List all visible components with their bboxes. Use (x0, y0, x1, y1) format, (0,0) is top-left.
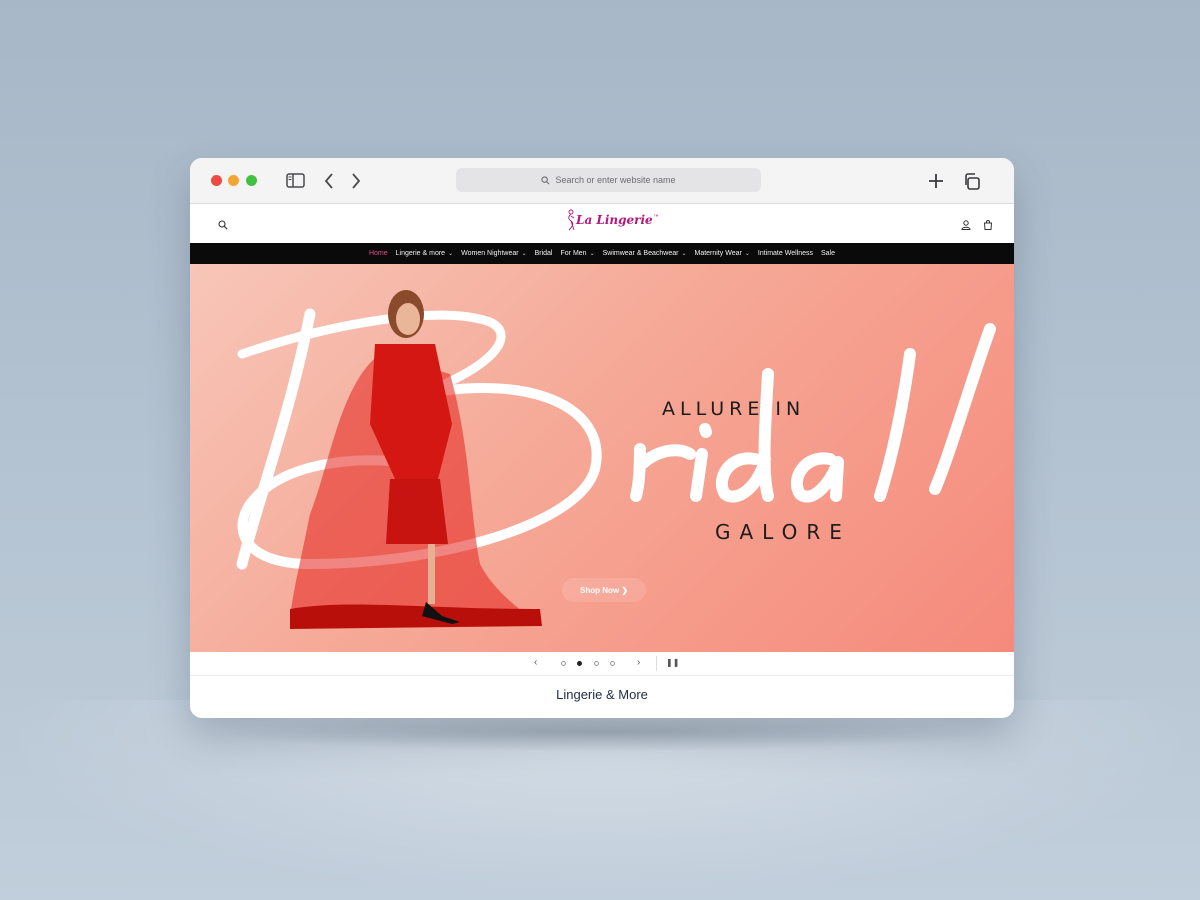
cart-icon[interactable] (983, 217, 993, 235)
nav-label: Swimwear & Beachwear (602, 250, 679, 257)
site-header: La Lingerie ™ (190, 204, 1014, 243)
forward-icon[interactable] (351, 173, 361, 194)
minimize-window-button[interactable] (228, 175, 239, 186)
zoom-window-button[interactable] (246, 175, 257, 186)
nav-item-women-nightwear[interactable]: Women Nightwear ⌄ (461, 250, 526, 257)
nav-item-sale[interactable]: Sale (821, 250, 835, 257)
divider (656, 656, 657, 671)
back-icon[interactable] (324, 173, 334, 194)
search-icon[interactable] (218, 217, 228, 235)
address-placeholder: Search or enter website name (555, 175, 676, 185)
nav-label: Women Nightwear (461, 250, 519, 257)
nav-label: Maternity Wear (694, 250, 742, 257)
nav-item-home[interactable]: Home (369, 250, 388, 257)
browser-window: Search or enter website name La Lingerie… (190, 158, 1014, 718)
address-bar[interactable]: Search or enter website name (456, 168, 761, 192)
main-navigation: Home Lingerie & more ⌄ Women Nightwear ⌄ B… (190, 243, 1014, 264)
close-window-button[interactable] (211, 175, 222, 186)
chevron-down-icon: ⌄ (589, 251, 595, 257)
nav-label: Sale (821, 250, 836, 257)
slide-dot-2[interactable] (577, 661, 582, 666)
nav-label: For Men (560, 250, 587, 257)
nav-item-swimwear[interactable]: Swimwear & Beachwear ⌄ (603, 250, 687, 257)
browser-titlebar: Search or enter website name (190, 158, 1014, 204)
chevron-down-icon: ⌄ (744, 251, 750, 257)
chevron-down-icon: ⌄ (448, 251, 454, 257)
previous-slide-icon[interactable]: ‹ (534, 657, 537, 668)
nav-label: Lingerie & more (395, 250, 446, 257)
new-tab-icon[interactable] (928, 173, 944, 194)
next-slide-icon[interactable]: › (637, 657, 640, 668)
logo-figure-icon (568, 209, 575, 231)
nav-item-bridal[interactable]: Bridal (535, 250, 553, 257)
pause-icon[interactable]: ❚❚ (666, 658, 679, 667)
site-logo[interactable]: La Lingerie ™ (566, 209, 659, 231)
slide-dot-3[interactable] (594, 661, 599, 666)
nav-label: Bridal (534, 250, 553, 257)
slide-dot-4[interactable] (610, 661, 615, 666)
nav-item-for-men[interactable]: For Men ⌄ (561, 250, 595, 257)
slide-dot-1[interactable] (561, 661, 566, 666)
nav-item-maternity[interactable]: Maternity Wear ⌄ (695, 250, 750, 257)
logo-trademark: ™ (653, 214, 659, 220)
nav-label: Home (368, 250, 388, 257)
tabs-overview-icon[interactable] (963, 173, 980, 195)
logo-text: La Lingerie (576, 213, 653, 227)
hero-headline-bottom: GALORE (715, 520, 851, 544)
nav-label: Intimate Wellness (757, 250, 813, 257)
window-shadow (215, 712, 990, 752)
chevron-down-icon: ⌄ (521, 251, 527, 257)
hero-banner: ALLURE IN GALORE Shop Now ❯ (190, 264, 1014, 652)
shop-now-button[interactable]: Shop Now ❯ (562, 578, 646, 602)
account-icon[interactable] (961, 217, 971, 235)
hero-headline-top: ALLURE IN (662, 398, 806, 420)
chevron-down-icon: ⌄ (681, 251, 687, 257)
nav-item-lingerie[interactable]: Lingerie & more ⌄ (396, 250, 453, 257)
section-title: Lingerie & More (556, 687, 648, 702)
slider-controls: ‹ › ❚❚ (190, 652, 1014, 676)
sidebar-icon[interactable] (286, 173, 305, 193)
nav-item-intimate-wellness[interactable]: Intimate Wellness (758, 250, 813, 257)
search-icon (541, 175, 550, 184)
